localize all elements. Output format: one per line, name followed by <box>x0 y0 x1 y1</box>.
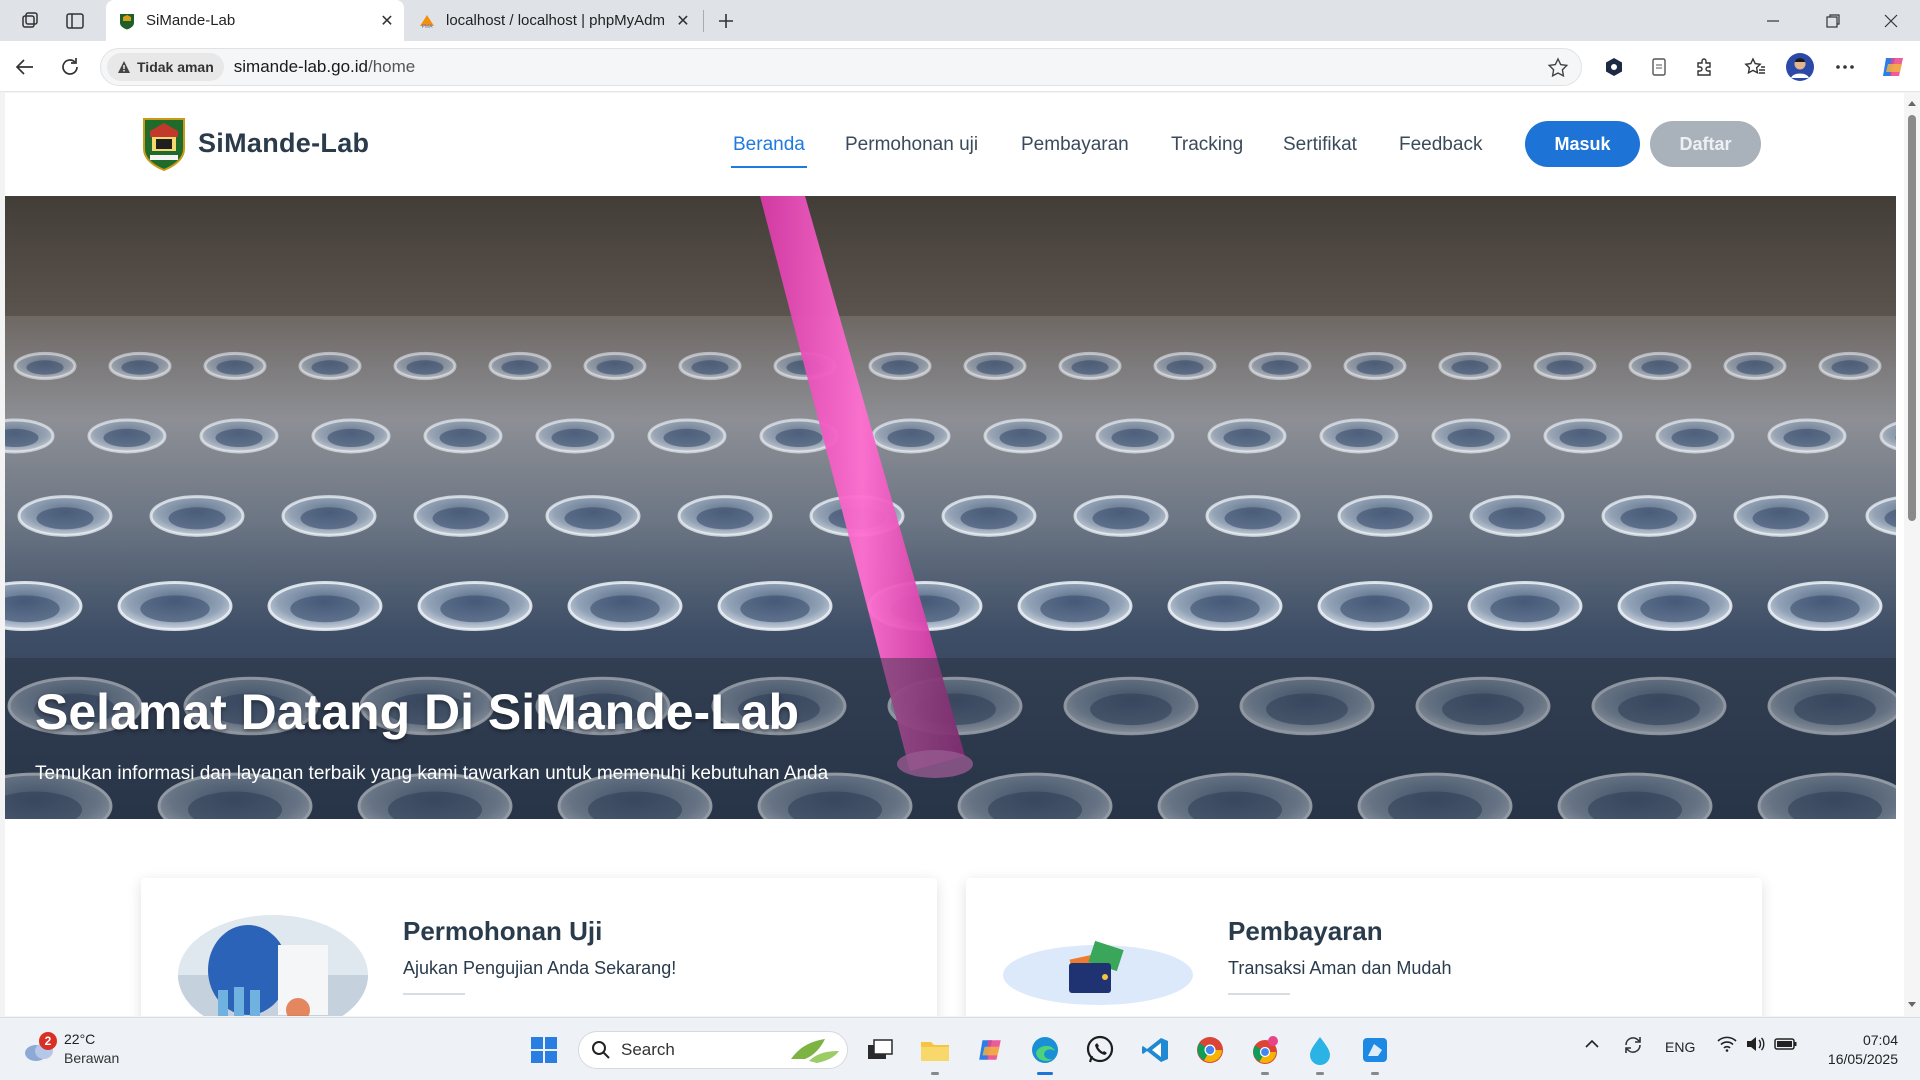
wifi-icon[interactable] <box>1717 1036 1737 1055</box>
page-scrollbar[interactable] <box>1904 93 1920 1016</box>
hero-banner: Selamat Datang Di SiMande-Lab Temukan in… <box>5 196 1896 819</box>
card-subtitle: Transaksi Aman dan Mudah <box>1228 958 1452 978</box>
warning-icon <box>118 61 130 73</box>
card-title: Permohonan Uji <box>403 916 603 946</box>
card-title: Pembayaran <box>1228 916 1383 946</box>
close-window-icon[interactable] <box>1862 0 1920 41</box>
sync-icon[interactable] <box>1622 1034 1644 1059</box>
restore-icon[interactable] <box>1804 0 1862 41</box>
site-header: SiMande-Lab Beranda Permohonan uji Pemba… <box>5 93 1904 196</box>
clock-date: 16/05/2025 <box>1827 1051 1898 1067</box>
card-pembayaran[interactable]: Pembayaran Transaksi Aman dan Mudah <box>966 878 1762 1016</box>
workspaces-icon[interactable] <box>16 7 44 35</box>
nav-item-feedback[interactable]: Feedback <box>1399 134 1482 156</box>
start-icon[interactable] <box>525 1031 563 1069</box>
register-button[interactable]: Daftar <box>1650 121 1761 167</box>
scroll-down-icon <box>1908 1002 1916 1007</box>
vertical-tabs-icon[interactable] <box>61 7 89 35</box>
svg-text:PMA: PMA <box>422 24 434 30</box>
card-permohonan-uji[interactable]: Permohonan Uji Ajukan Pengujian Anda Sek… <box>141 878 937 1016</box>
close-tab-icon[interactable]: ✕ <box>376 11 398 31</box>
tab-title: localhost / localhost | phpMyAdm <box>446 12 666 29</box>
security-indicator[interactable]: Tidak aman <box>107 53 224 81</box>
reading-view-icon[interactable] <box>1643 51 1675 83</box>
url-path: /home <box>367 57 416 76</box>
close-tab-icon[interactable]: ✕ <box>672 11 694 31</box>
card-image-wallet <box>1003 915 1193 1016</box>
search-placeholder: Search <box>621 1040 675 1059</box>
card-subtitle: Ajukan Pengujian Anda Sekarang! <box>403 958 677 978</box>
avatar[interactable] <box>1784 51 1816 83</box>
language-indicator[interactable]: ENG <box>1665 1039 1695 1055</box>
new-tab-icon[interactable] <box>712 7 740 35</box>
browser-toolbar: Tidak aman simande-lab.go.id/home <box>0 41 1920 92</box>
weather-condition: Berawan <box>64 1050 120 1066</box>
chrome-profile-icon[interactable] <box>1246 1031 1284 1075</box>
more-options-icon[interactable] <box>1829 51 1861 83</box>
favorite-star-icon[interactable] <box>1547 57 1569 84</box>
whatsapp-icon[interactable] <box>1081 1031 1119 1069</box>
phpmyadmin-favicon-icon: PMA <box>418 12 436 30</box>
security-label: Tidak aman <box>137 59 214 75</box>
copilot-icon[interactable] <box>1877 51 1909 83</box>
page-viewport: SiMande-Lab Beranda Permohonan uji Pemba… <box>5 93 1920 1016</box>
url-text[interactable]: simande-lab.go.id/home <box>234 57 415 77</box>
nav-item-permohonan-uji[interactable]: Permohonan uji <box>845 134 978 156</box>
browser-tab-strip: SiMande-Lab ✕ PMA localhost / localhost … <box>0 0 1920 41</box>
edge-browser-icon[interactable] <box>1026 1031 1064 1075</box>
scroll-up-icon <box>1908 101 1916 106</box>
vscode-icon[interactable] <box>1136 1031 1174 1069</box>
extension-shield-icon[interactable] <box>1598 51 1630 83</box>
file-explorer-icon[interactable] <box>916 1031 954 1075</box>
brand-logo-icon <box>143 118 185 171</box>
search-highlight-icon <box>791 1039 839 1063</box>
hero-subtitle: Temukan informasi dan layanan terbaik ya… <box>35 763 829 784</box>
nav-item-beranda[interactable]: Beranda <box>731 134 807 168</box>
nav-item-sertifikat[interactable]: Sertifikat <box>1283 134 1357 156</box>
refresh-icon[interactable] <box>54 51 86 83</box>
nav-item-pembayaran[interactable]: Pembayaran <box>1021 134 1129 156</box>
url-host: simande-lab.go.id <box>233 57 368 76</box>
chrome-icon[interactable] <box>1191 1031 1229 1069</box>
volume-icon[interactable] <box>1745 1036 1765 1055</box>
login-button[interactable]: Masuk <box>1525 121 1640 167</box>
back-icon[interactable] <box>9 51 41 83</box>
app-droplet-icon[interactable] <box>1301 1031 1339 1075</box>
brand-name: SiMande-Lab <box>198 127 370 158</box>
tab-simande-lab[interactable]: SiMande-Lab ✕ <box>106 0 404 41</box>
extensions-puzzle-icon[interactable] <box>1688 51 1720 83</box>
copilot-app-icon[interactable] <box>971 1031 1009 1069</box>
app-blue-tile-icon[interactable] <box>1356 1031 1394 1075</box>
nav-item-tracking[interactable]: Tracking <box>1171 134 1243 156</box>
card-divider <box>1228 993 1290 995</box>
taskbar-search-input[interactable]: Search <box>578 1031 848 1069</box>
address-bar[interactable]: Tidak aman simande-lab.go.id/home <box>100 48 1582 86</box>
hero-title: Selamat Datang Di SiMande-Lab <box>35 684 800 740</box>
tab-title: SiMande-Lab <box>146 12 236 29</box>
brand[interactable]: SiMande-Lab <box>142 115 369 171</box>
task-view-icon[interactable] <box>861 1031 899 1069</box>
favorites-icon[interactable] <box>1739 51 1771 83</box>
tab-phpmyadmin[interactable]: PMA localhost / localhost | phpMyAdm ✕ <box>406 0 700 41</box>
card-divider <box>403 993 465 995</box>
tab-divider <box>703 10 704 32</box>
scroll-thumb[interactable] <box>1908 115 1916 521</box>
tray-overflow-icon[interactable] <box>1584 1036 1600 1055</box>
weather-temp: 22°C <box>64 1031 96 1047</box>
minimize-icon[interactable] <box>1744 0 1802 41</box>
taskbar: 2 22°C Berawan Search ENG 07:04 16/05/20… <box>0 1017 1920 1080</box>
weather-badge: 2 <box>39 1032 57 1050</box>
battery-icon[interactable] <box>1774 1036 1798 1055</box>
clock-time: 07:04 <box>1862 1032 1898 1048</box>
search-icon <box>592 1041 610 1059</box>
simande-favicon-icon <box>118 12 136 30</box>
weather-widget[interactable]: 2 22°C Berawan <box>22 1030 119 1068</box>
taskbar-clock[interactable]: 07:04 16/05/2025 <box>1828 1031 1898 1069</box>
card-image-lab <box>178 915 368 1016</box>
